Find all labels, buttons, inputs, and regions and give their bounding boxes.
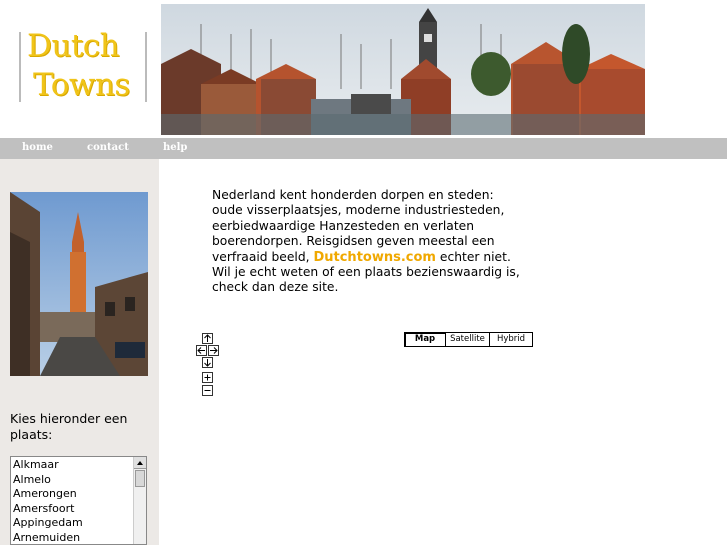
pan-right-icon[interactable]	[208, 345, 219, 356]
city-option[interactable]: Amersfoort	[13, 502, 146, 517]
intro-text: Nederland kent honderden dorpen en stede…	[212, 188, 527, 296]
city-option[interactable]: Appingedam	[13, 516, 146, 531]
nav-help-link[interactable]: help	[163, 142, 187, 153]
harbor-banner-image	[161, 4, 645, 135]
city-option[interactable]: Arnemuiden	[13, 531, 146, 545]
pan-left-icon[interactable]	[196, 345, 207, 356]
map-type-map-button[interactable]: Map	[405, 333, 446, 346]
site-logo[interactable]: Dutch Towns	[19, 28, 147, 103]
nav-home-link[interactable]: home	[22, 142, 53, 153]
zoom-in-icon[interactable]	[202, 372, 213, 383]
top-navigation: home contact help	[0, 138, 727, 159]
pan-down-icon[interactable]	[202, 357, 213, 368]
city-option[interactable]: Amerongen	[13, 487, 146, 502]
map-type-satellite-button[interactable]: Satellite	[446, 333, 490, 346]
choose-place-label: Kies hieronder een plaats:	[10, 411, 128, 442]
city-option[interactable]: Alkmaar	[13, 458, 146, 473]
church-tower-photo	[10, 192, 148, 376]
map-type-switcher: Map Satellite Hybrid	[404, 332, 533, 347]
pan-up-icon[interactable]	[202, 333, 213, 344]
logo-line-1: Dutch	[27, 28, 120, 64]
city-select-list[interactable]: Alkmaar Almelo Amerongen Amersfoort Appi…	[10, 456, 147, 545]
logo-line-2: Towns	[33, 67, 130, 103]
map-type-hybrid-button[interactable]: Hybrid	[490, 333, 532, 346]
zoom-out-icon[interactable]	[202, 385, 213, 396]
nav-contact-link[interactable]: contact	[87, 142, 129, 153]
scroll-up-arrow-icon[interactable]	[134, 457, 146, 469]
city-option[interactable]: Almelo	[13, 473, 146, 488]
list-scrollbar[interactable]	[133, 457, 146, 544]
header: Dutch Towns	[0, 0, 727, 138]
dutchtowns-link[interactable]: Dutchtowns.com	[313, 250, 436, 265]
scrollbar-thumb[interactable]	[135, 470, 145, 487]
